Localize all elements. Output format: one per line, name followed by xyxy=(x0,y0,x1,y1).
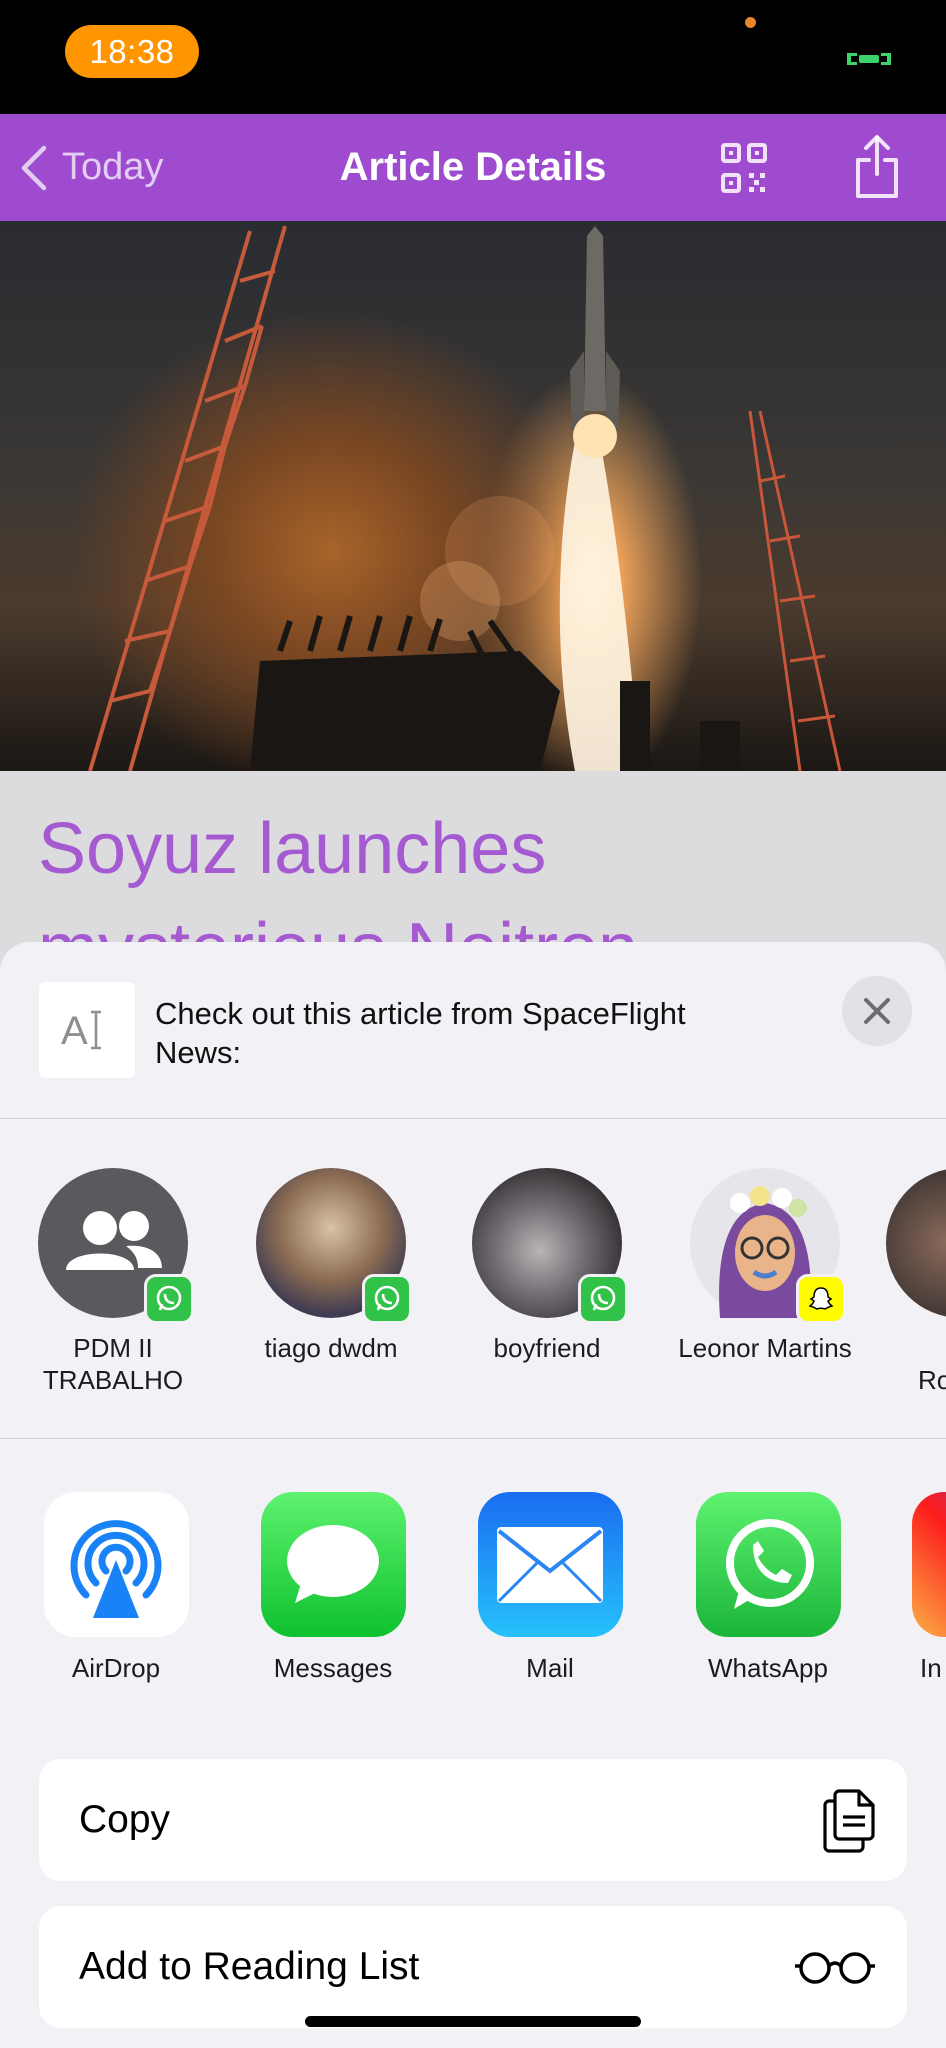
home-indicator[interactable] xyxy=(305,2016,641,2027)
add-to-reading-list-action[interactable]: Add to Reading List xyxy=(39,1906,907,2028)
status-bar: 18:38 xyxy=(0,0,946,114)
action-label: Copy xyxy=(79,1798,171,1841)
app-instagram[interactable]: In xyxy=(890,1492,946,1684)
avatar xyxy=(38,1168,194,1324)
share-sheet-header: A Check out this article from SpaceFligh… xyxy=(0,942,946,1118)
share-apps-row: AirDrop Messages Mail WhatsApp In xyxy=(0,1492,946,1692)
contact-suggestions: PDM II TRABALHO tiago dwdm boyfriend Leo… xyxy=(0,1168,946,1398)
contact-item[interactable]: Leonor Martins xyxy=(670,1168,860,1364)
qr-code-icon[interactable] xyxy=(720,142,768,194)
close-button[interactable] xyxy=(842,976,912,1046)
contact-name: Ro xyxy=(918,1365,946,1395)
avatar xyxy=(886,1168,946,1318)
app-mail[interactable]: Mail xyxy=(455,1492,645,1684)
app-label: Mail xyxy=(526,1653,574,1683)
mail-icon xyxy=(477,1492,623,1637)
whatsapp-icon xyxy=(695,1492,841,1637)
whatsapp-badge-icon xyxy=(144,1274,194,1324)
navigation-bar: Today Article Details xyxy=(0,114,946,221)
avatar xyxy=(472,1168,628,1324)
share-icon[interactable] xyxy=(852,134,902,200)
avatar xyxy=(690,1168,846,1324)
contact-name: tiago dwdm xyxy=(264,1333,398,1363)
status-time[interactable]: 18:38 xyxy=(65,25,199,78)
share-sheet: A Check out this article from SpaceFligh… xyxy=(0,942,946,2048)
app-messages[interactable]: Messages xyxy=(238,1492,428,1684)
app-whatsapp[interactable]: WhatsApp xyxy=(673,1492,863,1684)
app-label: WhatsApp xyxy=(708,1653,828,1683)
text-preview-thumbnail: A xyxy=(39,982,135,1078)
contact-item[interactable]: boyfriend xyxy=(452,1168,642,1364)
copy-action[interactable]: Copy xyxy=(39,1759,907,1881)
share-message: Check out this article from SpaceFlight … xyxy=(155,996,686,1070)
article-hero-image xyxy=(0,221,946,771)
rocket-launch-illustration xyxy=(88,225,842,771)
text-cursor-icon: A xyxy=(61,1009,101,1053)
contact-name: PDM II TRABALHO xyxy=(42,1333,184,1395)
contact-item[interactable]: PDM II TRABALHO xyxy=(18,1168,208,1396)
battery-icon xyxy=(847,53,891,65)
app-airdrop[interactable]: AirDrop xyxy=(21,1492,211,1684)
snapchat-badge-icon xyxy=(796,1274,846,1324)
airdrop-icon xyxy=(43,1492,189,1637)
page-title: Article Details xyxy=(339,145,607,189)
instagram-icon xyxy=(912,1492,946,1637)
action-label: Add to Reading List xyxy=(79,1945,420,1988)
copy-icon xyxy=(823,1789,875,1853)
glasses-icon xyxy=(795,1952,875,1984)
divider xyxy=(0,1438,946,1439)
app-label: In xyxy=(920,1653,942,1683)
whatsapp-badge-icon xyxy=(362,1274,412,1324)
contact-item[interactable]: tiago dwdm xyxy=(236,1168,426,1364)
divider xyxy=(0,1118,946,1119)
app-label: AirDrop xyxy=(71,1653,161,1683)
whatsapp-badge-icon xyxy=(578,1274,628,1324)
close-icon xyxy=(864,998,890,1024)
messages-icon xyxy=(260,1492,406,1637)
camera-indicator-icon xyxy=(745,17,756,28)
contact-name: boyfriend xyxy=(493,1333,601,1363)
svg-text:A: A xyxy=(61,1009,88,1053)
app-label: Messages xyxy=(273,1653,393,1683)
avatar xyxy=(256,1168,412,1324)
contact-name: Leonor Martins xyxy=(678,1333,852,1363)
contact-item[interactable]: Ro xyxy=(886,1168,946,1396)
